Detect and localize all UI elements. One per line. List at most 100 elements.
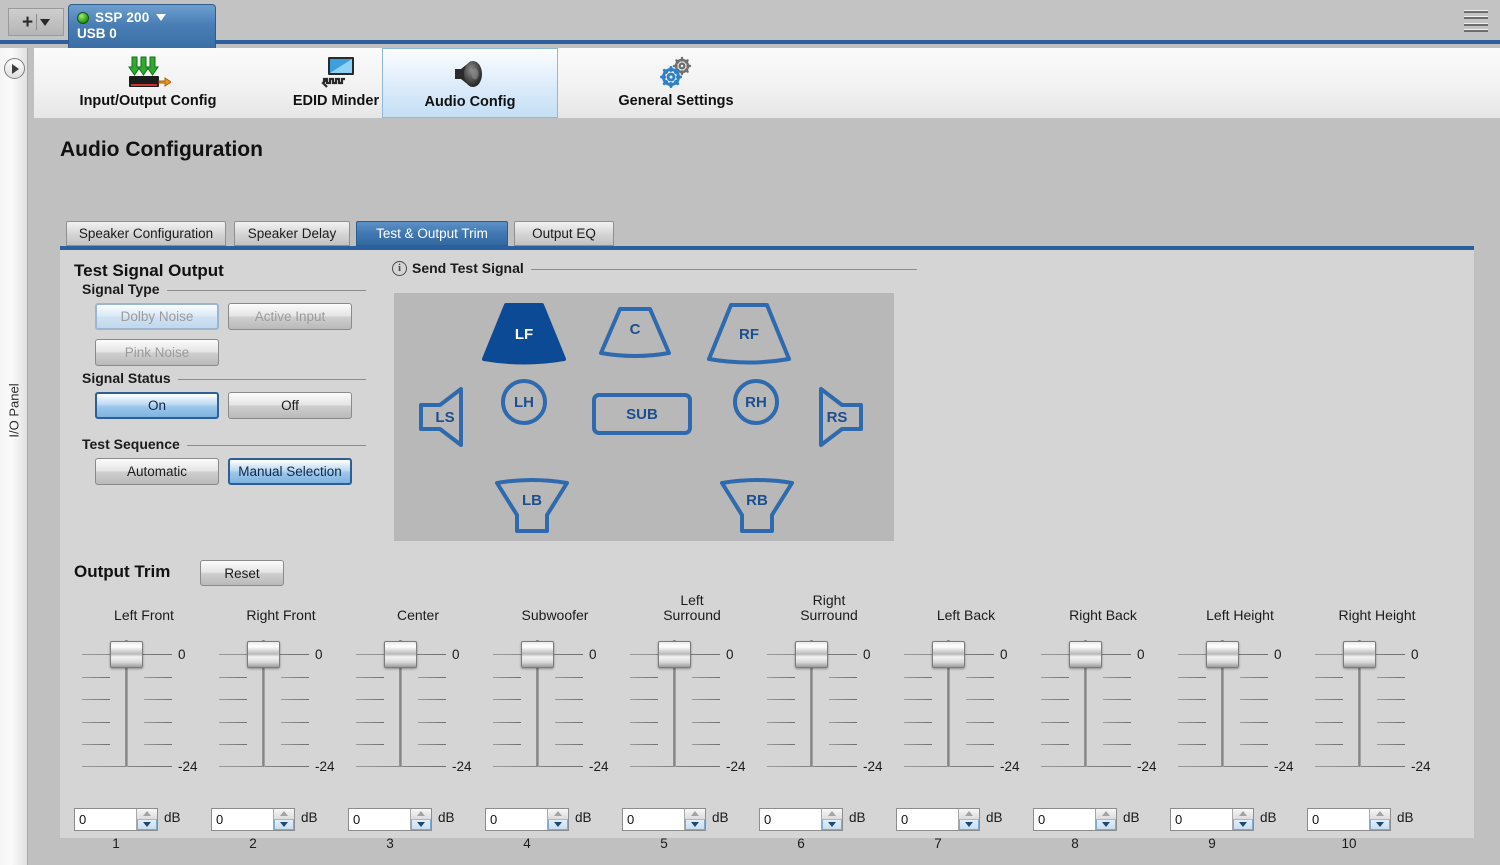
- tab-label: Speaker Configuration: [78, 226, 214, 241]
- scale-tick: [1315, 699, 1343, 700]
- fader-thumb[interactable]: [932, 641, 965, 668]
- output-trim-channel-4: Subwoofer 0 -24 dB 4: [485, 608, 625, 853]
- stepper-decrement-button[interactable]: [1096, 819, 1116, 830]
- info-icon: i: [392, 261, 407, 276]
- channel-trim-stepper[interactable]: [622, 808, 706, 831]
- channel-trim-stepper[interactable]: [759, 808, 843, 831]
- display-edid-icon: [315, 53, 357, 93]
- fader-thumb[interactable]: [1343, 641, 1376, 668]
- channel-trim-stepper[interactable]: [211, 808, 295, 831]
- stepper-increment-button[interactable]: [1233, 809, 1253, 820]
- fader-thumb[interactable]: [1069, 641, 1102, 668]
- channel-trim-input[interactable]: [1034, 809, 1095, 830]
- hamburger-icon[interactable]: [1464, 10, 1488, 32]
- stepper-decrement-button[interactable]: [959, 819, 979, 830]
- scale-tick: [1377, 699, 1405, 700]
- stepper-increment-button[interactable]: [1096, 809, 1116, 820]
- stepper-increment-button[interactable]: [548, 809, 568, 820]
- ribbon-item-general-settings[interactable]: General Settings: [586, 48, 766, 118]
- scale-tick: [1103, 721, 1131, 723]
- stepper-decrement-button[interactable]: [1370, 819, 1390, 830]
- fader-thumb[interactable]: [521, 641, 554, 668]
- output-trim-reset-button[interactable]: Reset: [200, 560, 284, 586]
- ribbon-item-audio-config[interactable]: Audio Config: [382, 48, 558, 118]
- channel-trim-stepper[interactable]: [1033, 808, 1117, 831]
- input-output-icon: [125, 53, 171, 93]
- channel-trim-stepper[interactable]: [485, 808, 569, 831]
- channel-trim-stepper[interactable]: [896, 808, 980, 831]
- signal-type-dolby-noise-button[interactable]: Dolby Noise: [95, 303, 219, 330]
- channel-trim-input[interactable]: [75, 809, 136, 830]
- chevron-down-icon[interactable]: [156, 14, 167, 21]
- fader-thumb[interactable]: [1206, 641, 1239, 668]
- speaker-lh[interactable]: LH: [500, 378, 548, 426]
- tab-speaker-delay[interactable]: Speaker Delay: [234, 221, 350, 246]
- speaker-rh[interactable]: RH: [732, 378, 780, 426]
- stepper-increment-button[interactable]: [274, 809, 294, 820]
- signal-status-off-button[interactable]: Off: [228, 392, 352, 419]
- fader-thumb[interactable]: [658, 641, 691, 668]
- speaker-ls[interactable]: LS: [418, 386, 464, 448]
- stepper-increment-button[interactable]: [822, 809, 842, 820]
- io-panel-expand-button[interactable]: [4, 58, 25, 79]
- fader-thumb[interactable]: [247, 641, 280, 668]
- stepper-decrement-button[interactable]: [1233, 819, 1253, 830]
- tab-speaker-configuration[interactable]: Speaker Configuration: [66, 221, 226, 246]
- channel-trim-input[interactable]: [760, 809, 821, 830]
- speaker-lf[interactable]: LF: [479, 303, 569, 365]
- stepper-increment-button[interactable]: [959, 809, 979, 820]
- channel-trim-input[interactable]: [212, 809, 273, 830]
- channel-trim-input[interactable]: [349, 809, 410, 830]
- stepper-increment-button[interactable]: [1370, 809, 1390, 820]
- channel-trim-input[interactable]: [897, 809, 958, 830]
- channel-trim-input[interactable]: [1171, 809, 1232, 830]
- speaker-rb[interactable]: RB: [719, 478, 795, 534]
- speaker-c[interactable]: C: [599, 307, 671, 358]
- stepper-decrement-button[interactable]: [685, 819, 705, 830]
- scale-tick: [281, 744, 309, 745]
- signal-status-on-button[interactable]: On: [95, 392, 219, 419]
- channel-trim-input[interactable]: [486, 809, 547, 830]
- stepper-decrement-button[interactable]: [137, 819, 157, 830]
- stepper-buttons: [1232, 809, 1253, 830]
- test-sequence-manual-selection-button[interactable]: Manual Selection: [228, 458, 352, 485]
- stepper-buttons: [136, 809, 157, 830]
- fader-thumb[interactable]: [795, 641, 828, 668]
- stepper-buttons: [821, 809, 842, 830]
- stepper-increment-button[interactable]: [411, 809, 431, 820]
- channel-trim-stepper[interactable]: [74, 808, 158, 831]
- test-sequence-automatic-button[interactable]: Automatic: [95, 458, 219, 485]
- stepper-increment-button[interactable]: [685, 809, 705, 820]
- channel-trim-stepper[interactable]: [1307, 808, 1391, 831]
- signal-type-active-input-button[interactable]: Active Input: [228, 303, 352, 330]
- stepper-decrement-button[interactable]: [411, 819, 431, 830]
- scale-label-max: 0: [1274, 647, 1282, 662]
- channel-name: Right Height: [1338, 607, 1416, 623]
- speaker-sub[interactable]: SUB: [592, 393, 692, 435]
- tab-label: Speaker Delay: [247, 226, 337, 241]
- scale-label-min: -24: [1411, 759, 1431, 774]
- chevron-down-icon[interactable]: [40, 18, 51, 26]
- tab-output-eq[interactable]: Output EQ: [514, 221, 614, 246]
- add-device-button[interactable]: +: [8, 8, 64, 36]
- channel-trim-input[interactable]: [1308, 809, 1369, 830]
- channel-trim-stepper[interactable]: [1170, 808, 1254, 831]
- unit-label: dB: [438, 810, 455, 825]
- speaker-rs[interactable]: RS: [818, 386, 864, 448]
- speaker-rf[interactable]: RF: [704, 303, 794, 365]
- channel-trim-input[interactable]: [623, 809, 684, 830]
- fader-thumb[interactable]: [110, 641, 143, 668]
- tab-test-and-output-trim[interactable]: Test & Output Trim: [356, 221, 508, 246]
- unit-label: dB: [986, 810, 1003, 825]
- speaker-lb[interactable]: LB: [494, 478, 570, 534]
- signal-type-pink-noise-button[interactable]: Pink Noise: [95, 339, 219, 366]
- channel-trim-stepper[interactable]: [348, 808, 432, 831]
- channel-name: Left Surround: [663, 592, 721, 623]
- ribbon-item-input-output-config[interactable]: Input/Output Config: [42, 48, 254, 118]
- device-tab-ssp200[interactable]: SSP 200 USB 0: [68, 4, 216, 48]
- stepper-decrement-button[interactable]: [274, 819, 294, 830]
- stepper-increment-button[interactable]: [137, 809, 157, 820]
- stepper-decrement-button[interactable]: [822, 819, 842, 830]
- stepper-decrement-button[interactable]: [548, 819, 568, 830]
- fader-thumb[interactable]: [384, 641, 417, 668]
